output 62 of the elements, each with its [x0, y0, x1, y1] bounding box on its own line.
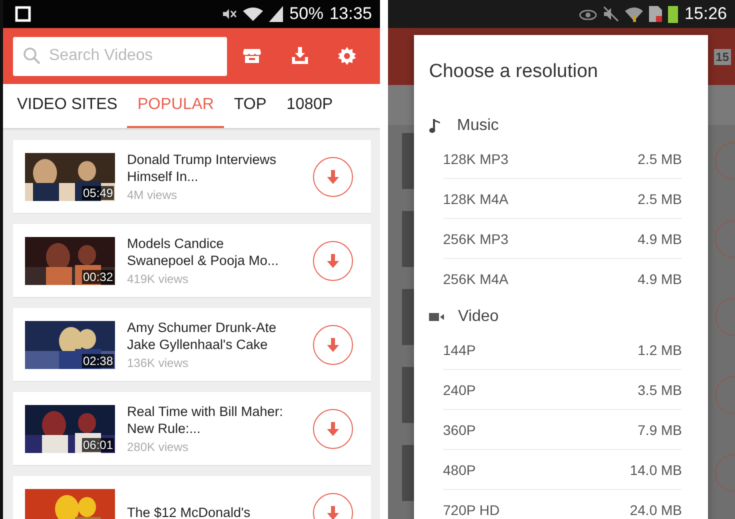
battery-percent: 50%: [289, 4, 324, 24]
signal-icon: [269, 6, 284, 22]
video-card[interactable]: 06:01 Real Time with Bill Maher: New Rule:... 280K views: [13, 392, 371, 465]
music-note-icon: [429, 118, 443, 134]
duration-label: 05:49: [82, 186, 114, 200]
tab[interactable]: TOP: [224, 84, 277, 128]
arrow-down-icon: [327, 170, 339, 184]
eye-icon: [579, 8, 598, 20]
video-card[interactable]: The $12 McDonald's: [13, 476, 371, 519]
video-title: The $12 McDonald's: [127, 504, 252, 519]
section-heading: Music: [457, 117, 499, 135]
settings-icon[interactable]: [338, 47, 356, 65]
view-count: 280K views: [127, 440, 190, 454]
mute-icon: [603, 6, 620, 22]
resolution-option[interactable]: 128K M4A 2.5 MB: [443, 179, 682, 219]
tab[interactable]: VIDEO SITES: [7, 84, 128, 128]
video-card[interactable]: 00:32 Models Candice Swanepoel & Pooja Mo... 419K views: [13, 224, 371, 297]
resolution-option[interactable]: 256K M4A 4.9 MB: [443, 259, 682, 298]
resolution-option[interactable]: 240P 3.5 MB: [443, 370, 682, 410]
view-count: 136K views: [127, 356, 190, 370]
wifi-icon: [625, 6, 644, 22]
resolution-option[interactable]: 256K MP3 4.9 MB: [443, 219, 682, 259]
resolution-option[interactable]: 144P 1.2 MB: [443, 330, 682, 370]
video-title: Donald Trump Interviews Himself In...: [127, 151, 278, 185]
resolution-option[interactable]: 720P HD 24.0 MB: [443, 490, 682, 519]
dialog-title: Choose a resolution: [429, 61, 599, 83]
battery-icon: [668, 5, 678, 23]
store-icon[interactable]: [242, 48, 261, 64]
video-title: Amy Schumer Drunk-Ate Jake Gyllenhaal's Cake: [127, 319, 278, 353]
video-card[interactable]: 02:38 Amy Schumer Drunk-Ate Jake Gyllenhaal's Cake 136K views: [13, 308, 371, 381]
sim-card-icon: [649, 6, 662, 22]
download-button[interactable]: [313, 408, 353, 448]
arrow-down-icon: [327, 422, 339, 436]
duration-label: 00:32: [82, 270, 114, 284]
wifi-icon: [243, 7, 264, 21]
clock: 15:26: [684, 4, 727, 24]
resolution-option[interactable]: 128K MP3 2.5 MB: [443, 139, 682, 179]
download-button[interactable]: [313, 324, 353, 364]
tab[interactable]: 1080P: [276, 84, 343, 128]
video-title: Real Time with Bill Maher: New Rule:...: [127, 403, 284, 437]
arrow-down-icon: [327, 254, 339, 268]
view-count: 4M views: [127, 188, 178, 202]
resolution-option[interactable]: 360P 7.9 MB: [443, 410, 682, 450]
arrow-down-icon: [327, 506, 339, 519]
duration-label: 06:01: [82, 438, 114, 452]
duration-label: 02:38: [82, 354, 114, 368]
clock: 13:35: [329, 4, 372, 24]
video-card[interactable]: 05:49 Donald Trump Interviews Himself In... 4M views: [13, 140, 371, 213]
section-heading: Video: [458, 308, 499, 326]
search-icon: [23, 46, 41, 64]
video-title: Models Candice Swanepoel & Pooja Mo...: [127, 235, 280, 269]
square-icon: [15, 6, 31, 22]
arrow-down-icon: [327, 338, 339, 352]
search-field[interactable]: Search Videos: [13, 36, 227, 76]
download-icon[interactable]: [290, 47, 308, 65]
resolution-option[interactable]: 480P 14.0 MB: [443, 450, 682, 490]
mute-icon: [223, 8, 238, 20]
download-button[interactable]: [313, 156, 353, 196]
download-button[interactable]: [313, 240, 353, 280]
count-badge: 15: [714, 48, 731, 64]
view-count: 419K views: [127, 272, 190, 286]
video-camera-icon: [429, 312, 444, 322]
